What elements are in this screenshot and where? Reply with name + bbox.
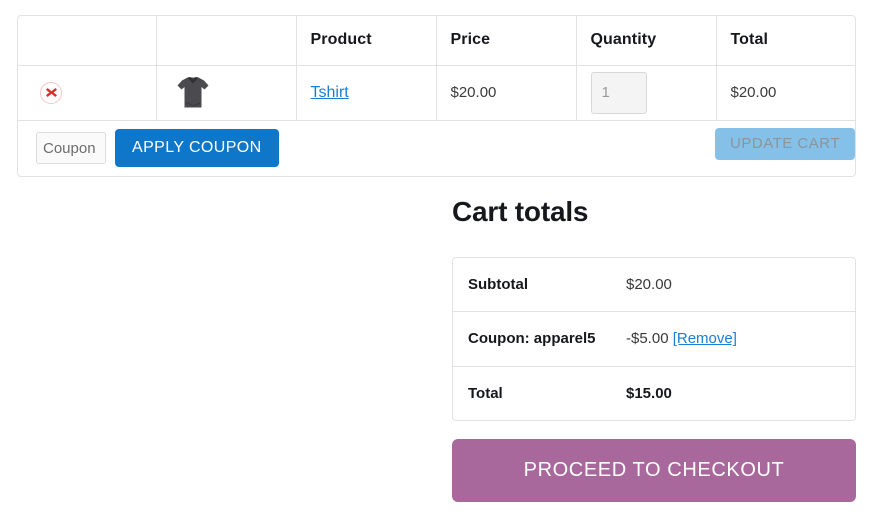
cart-totals-table: Subtotal $20.00 Coupon: apparel5 -$5.00 … bbox=[453, 258, 855, 420]
cart-cell-thumbnail bbox=[156, 65, 297, 121]
remove-item-button[interactable] bbox=[40, 81, 62, 104]
table-row: Tshirt $20.00 $20.00 bbox=[18, 65, 855, 121]
cart-totals-heading: Cart totals bbox=[452, 196, 589, 227]
cart-cell-total: $20.00 bbox=[716, 65, 855, 121]
cart-table: Product Price Quantity Total Tshirt $20.… bbox=[18, 16, 855, 176]
totals-row-total: Total $15.00 bbox=[453, 366, 855, 420]
cart-header-row: Product Price Quantity Total bbox=[18, 16, 855, 66]
tshirt-thumbnail-icon bbox=[171, 71, 282, 115]
totals-label-subtotal: Subtotal bbox=[468, 276, 528, 293]
cart-cell-price: $20.00 bbox=[436, 65, 577, 121]
remove-x-icon bbox=[45, 86, 58, 99]
cart-table-body: Tshirt $20.00 $20.00 APPLY COUPON UPDATE… bbox=[18, 65, 855, 176]
totals-row-coupon: Coupon: apparel5 -$5.00 [Remove] bbox=[453, 312, 855, 366]
cart-cell-remove bbox=[18, 65, 157, 121]
totals-value-coupon: -$5.00 [Remove] bbox=[626, 312, 855, 366]
quantity-input[interactable] bbox=[590, 71, 647, 114]
cart-actions-cell: APPLY COUPON UPDATE CART bbox=[18, 120, 855, 176]
proceed-to-checkout-button[interactable]: PROCEED TO CHECKOUT bbox=[452, 439, 856, 502]
column-header-total: Total bbox=[716, 16, 855, 66]
column-header-remove bbox=[18, 16, 157, 66]
column-header-product: Product bbox=[296, 16, 437, 66]
cart-table-head: Product Price Quantity Total bbox=[18, 16, 855, 66]
totals-row-subtotal: Subtotal $20.00 bbox=[453, 258, 855, 312]
cart-actions-row: APPLY COUPON UPDATE CART bbox=[18, 120, 855, 176]
cart-actions-bar: APPLY COUPON UPDATE CART bbox=[18, 121, 855, 176]
totals-value-total: $15.00 bbox=[626, 366, 855, 420]
cart-cell-quantity bbox=[576, 65, 717, 121]
cart-table-container: Product Price Quantity Total Tshirt $20.… bbox=[17, 15, 856, 177]
totals-label-total: Total bbox=[468, 384, 503, 402]
column-header-thumbnail bbox=[156, 16, 297, 66]
remove-coupon-link[interactable]: [Remove] bbox=[673, 330, 737, 347]
cart-totals-container: Subtotal $20.00 Coupon: apparel5 -$5.00 … bbox=[452, 257, 856, 421]
column-header-quantity: Quantity bbox=[576, 16, 717, 66]
coupon-discount-amount: -$5.00 bbox=[626, 330, 669, 348]
totals-value-subtotal: $20.00 bbox=[626, 258, 855, 312]
total-amount: $15.00 bbox=[626, 384, 672, 402]
product-link-tshirt[interactable]: Tshirt bbox=[311, 84, 349, 101]
apply-coupon-button[interactable]: APPLY COUPON bbox=[115, 129, 279, 167]
update-cart-button[interactable]: UPDATE CART bbox=[715, 127, 855, 160]
totals-label-coupon: Coupon: apparel5 bbox=[468, 330, 596, 348]
coupon-input[interactable] bbox=[36, 132, 106, 164]
subtotal-amount: $20.00 bbox=[626, 276, 672, 293]
cart-cell-product: Tshirt bbox=[296, 65, 437, 121]
shopping-cart-page: Product Price Quantity Total Tshirt $20.… bbox=[0, 0, 876, 532]
column-header-price: Price bbox=[436, 16, 577, 66]
